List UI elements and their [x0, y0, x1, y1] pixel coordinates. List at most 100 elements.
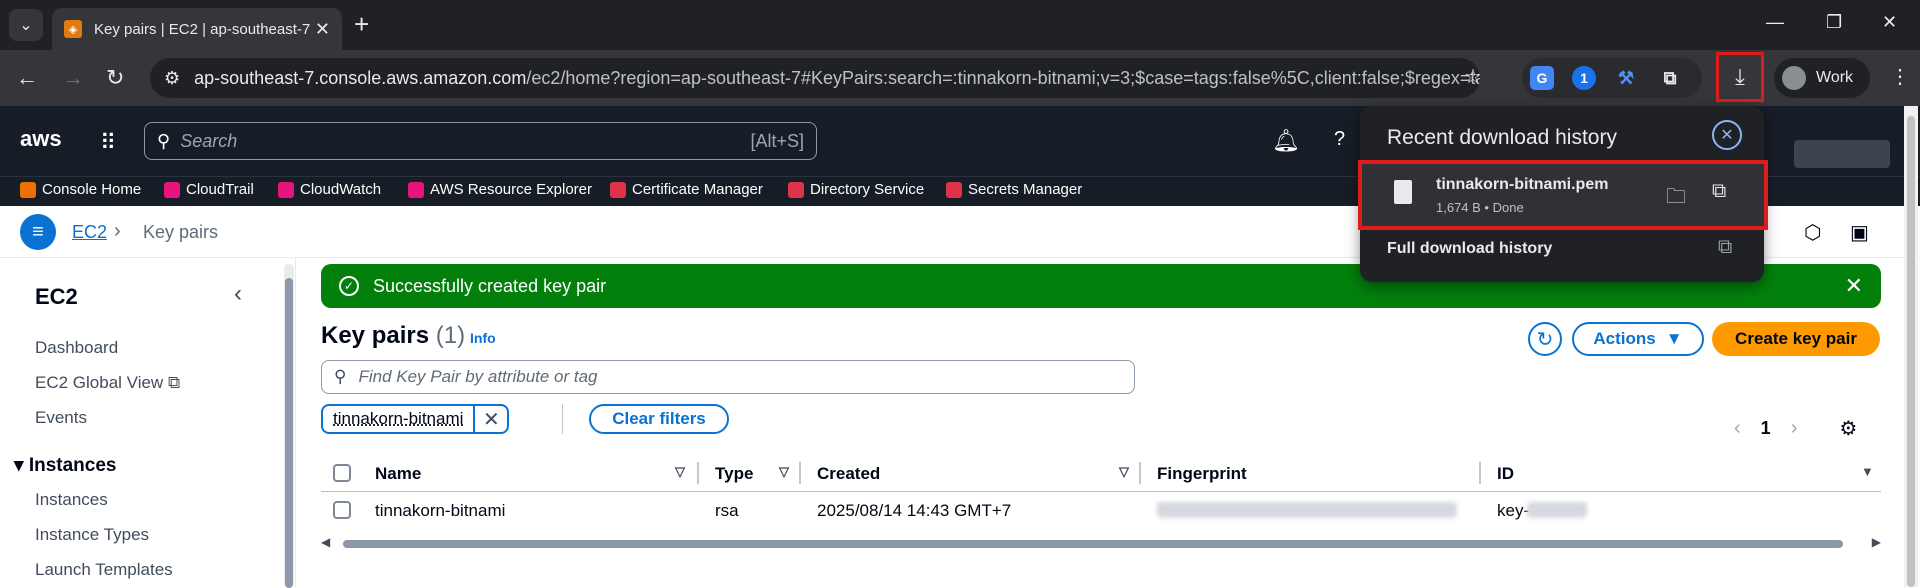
- back-icon[interactable]: ←: [16, 64, 38, 92]
- select-all-checkbox[interactable]: [333, 464, 351, 482]
- create-key-pair-button[interactable]: Create key pair: [1712, 322, 1880, 356]
- favorite-cloudwatch[interactable]: CloudWatch: [278, 181, 381, 198]
- column-header-created[interactable]: Created: [817, 464, 880, 484]
- success-check-icon: ✓: [339, 276, 359, 296]
- show-in-folder-icon[interactable]: 🗀︎: [1666, 182, 1686, 216]
- cell-created: 2025/08/14 14:43 GMT+7: [817, 501, 1012, 520]
- column-header-type[interactable]: Type: [715, 464, 753, 484]
- file-icon: [1394, 180, 1412, 204]
- sidebar-item-instances[interactable]: Instances: [35, 490, 108, 510]
- sidebar-scroll-thumb[interactable]: [285, 278, 293, 588]
- sidebar-item-launch-templates[interactable]: Launch Templates: [35, 560, 173, 580]
- scroll-left-icon[interactable]: ◀: [321, 535, 330, 549]
- favorite-certificate-manager[interactable]: Certificate Manager: [610, 181, 763, 198]
- scroll-right-icon[interactable]: ▶: [1872, 535, 1881, 549]
- column-header-name[interactable]: Name: [375, 464, 421, 484]
- row-checkbox[interactable]: [333, 501, 351, 519]
- column-divider[interactable]: [1479, 462, 1481, 484]
- address-bar[interactable]: ⚙ ap-southeast-7.console.aws.amazon.com /…: [150, 58, 1480, 98]
- gear-icon[interactable]: ⚙: [1839, 416, 1857, 441]
- sidebar-scrollbar[interactable]: [284, 264, 294, 588]
- page-scroll-thumb[interactable]: [1907, 116, 1915, 587]
- sidebar-section-instances[interactable]: ▾ Instances: [14, 454, 116, 477]
- favorite-directory-service[interactable]: Directory Service: [788, 181, 924, 198]
- feedback-icon[interactable]: ▣: [1850, 220, 1869, 245]
- translate-extension-icon[interactable]: G: [1530, 66, 1554, 90]
- new-tab-button[interactable]: +: [354, 10, 369, 38]
- resource-explorer-icon: [408, 181, 424, 198]
- browser-tab[interactable]: ◈ Key pairs | EC2 | ap-southeast-7 ✕: [52, 8, 342, 50]
- download-file-name: tinnakorn-bitnami.pem: [1436, 176, 1609, 193]
- reload-icon[interactable]: ↻: [106, 64, 124, 92]
- open-external-icon[interactable]: ⧉: [1718, 236, 1732, 259]
- secrets-manager-icon: [946, 181, 962, 198]
- filter-token-value[interactable]: tinnakorn-bitnami: [321, 404, 474, 434]
- downloads-button[interactable]: ⤓: [1716, 52, 1764, 102]
- sort-icon[interactable]: ▽: [675, 464, 685, 480]
- sidebar-item-dashboard[interactable]: Dashboard: [35, 338, 118, 358]
- profile-button[interactable]: Work: [1774, 58, 1870, 98]
- table-horizontal-scrollbar[interactable]: ◀ ▶: [321, 535, 1881, 550]
- sidebar-item-instance-types[interactable]: Instance Types: [35, 525, 149, 545]
- aws-search-input[interactable]: ⚲ Search [Alt+S]: [144, 122, 817, 160]
- info-link[interactable]: Info: [470, 330, 496, 346]
- external-link-icon: ⧉: [167, 373, 181, 392]
- forward-icon[interactable]: →: [62, 64, 84, 92]
- page-number[interactable]: 1: [1761, 418, 1771, 439]
- tool-extension-icon[interactable]: ⚒: [1614, 66, 1638, 90]
- services-grid-icon[interactable]: ⠿: [100, 130, 116, 156]
- tab-list-button[interactable]: ⌄: [9, 9, 43, 41]
- remove-token-icon[interactable]: ✕: [473, 404, 510, 434]
- chevron-left-icon[interactable]: ‹: [234, 280, 242, 308]
- favorite-cloudtrail[interactable]: CloudTrail: [164, 181, 254, 198]
- cloudshell-hex-icon[interactable]: ⬡: [1804, 220, 1821, 245]
- full-download-history-link[interactable]: Full download history: [1387, 240, 1552, 258]
- site-info-icon[interactable]: ⚙: [164, 68, 180, 89]
- sort-icon[interactable]: ▽: [1119, 464, 1129, 480]
- download-panel-title: Recent download history: [1387, 126, 1617, 149]
- password-extension-icon[interactable]: 1: [1572, 66, 1596, 90]
- table-row[interactable]: tinnakorn-bitnami rsa 2025/08/14 14:43 G…: [321, 492, 1881, 528]
- sort-icon[interactable]: ▽: [779, 464, 789, 480]
- browser-menu-icon[interactable]: ⋮: [1890, 64, 1910, 89]
- hamburger-menu-icon[interactable]: ≡: [20, 214, 56, 250]
- column-divider[interactable]: [1139, 462, 1141, 484]
- sidebar-item-global-view[interactable]: EC2 Global View ⧉: [35, 373, 180, 393]
- horizontal-scroll-thumb[interactable]: [343, 540, 1843, 548]
- column-divider[interactable]: [799, 462, 801, 484]
- cell-name: tinnakorn-bitnami: [375, 501, 506, 520]
- column-header-id[interactable]: ID: [1497, 464, 1514, 484]
- aws-logo[interactable]: aws: [20, 126, 62, 152]
- flash-dismiss-icon[interactable]: ✕: [1845, 273, 1863, 299]
- help-icon[interactable]: ?: [1334, 128, 1345, 151]
- open-external-icon[interactable]: ⧉: [1712, 180, 1726, 203]
- tab-close-icon[interactable]: ✕: [315, 19, 330, 40]
- url-path: /ec2/home?region=ap-southeast-7#KeyPairs…: [526, 67, 1480, 88]
- sort-icon[interactable]: ▼: [1861, 464, 1874, 479]
- restore-icon[interactable]: ❐: [1826, 12, 1842, 33]
- account-menu[interactable]: [1794, 140, 1890, 168]
- directory-service-icon: [788, 181, 804, 198]
- extensions-puzzle-icon[interactable]: ⧉: [1658, 66, 1682, 90]
- column-divider[interactable]: [697, 462, 699, 484]
- minimize-icon[interactable]: —: [1766, 12, 1784, 33]
- prev-page-icon[interactable]: ‹: [1734, 417, 1741, 440]
- actions-button[interactable]: Actions ▼: [1572, 322, 1704, 356]
- filter-input[interactable]: ⚲ Find Key Pair by attribute or tag: [321, 360, 1135, 394]
- refresh-button[interactable]: ↻: [1528, 322, 1562, 356]
- sidebar-item-events[interactable]: Events: [35, 408, 87, 428]
- column-header-fingerprint[interactable]: Fingerprint: [1157, 464, 1247, 484]
- refresh-icon: ↻: [1536, 328, 1554, 351]
- favorite-console-home[interactable]: Console Home: [20, 181, 141, 198]
- favorite-resource-explorer[interactable]: AWS Resource Explorer: [408, 181, 592, 198]
- notifications-bell-icon[interactable]: 🔔︎: [1272, 128, 1300, 154]
- bookmark-star-icon[interactable]: ☆: [1464, 64, 1482, 89]
- close-icon[interactable]: ✕: [1712, 120, 1742, 150]
- next-page-icon[interactable]: ›: [1791, 417, 1798, 440]
- clear-filters-button[interactable]: Clear filters: [589, 404, 729, 434]
- window-close-icon[interactable]: ✕: [1882, 12, 1897, 33]
- download-item[interactable]: tinnakorn-bitnami.pem 1,674 B • Done 🗀︎ …: [1358, 160, 1768, 230]
- favorite-secrets-manager[interactable]: Secrets Manager: [946, 181, 1082, 198]
- page-scrollbar[interactable]: [1904, 106, 1918, 587]
- breadcrumb-ec2[interactable]: EC2: [72, 222, 107, 243]
